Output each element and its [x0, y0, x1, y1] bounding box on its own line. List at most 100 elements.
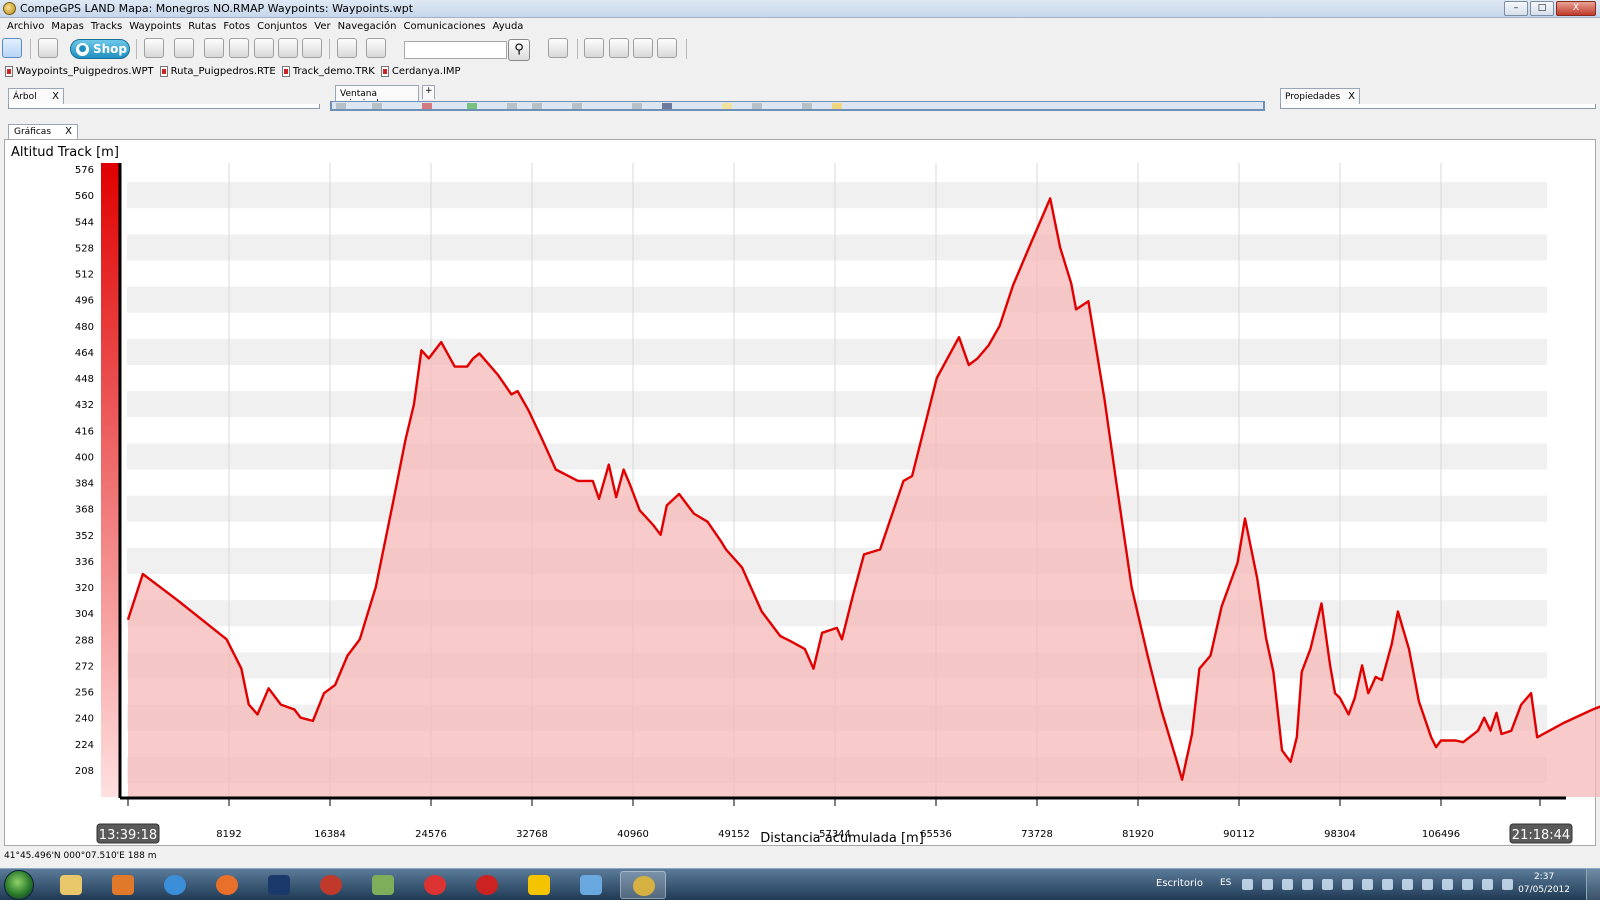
app-gps-icon [372, 875, 394, 895]
y-tick-label: 240 [75, 714, 94, 725]
folder-icon [60, 875, 82, 895]
cursor-coordinates: 41°45.496'N 000°07.510'E 188 m [4, 851, 157, 861]
grid-band [127, 234, 1547, 261]
app-red-icon [320, 875, 342, 895]
taskbar-media[interactable] [100, 871, 146, 899]
x-tick-label: 81920 [1122, 829, 1154, 840]
y-tick-label: 544 [75, 217, 94, 228]
end-time-label: 21:18:44 [1512, 828, 1570, 843]
grid-band [127, 521, 1547, 548]
y-tick-label: 384 [75, 479, 94, 490]
tray-app-icon[interactable] [1282, 879, 1293, 890]
x-tick-label: 8192 [216, 829, 241, 840]
y-tick-label: 528 [75, 243, 94, 254]
tray-app-icon[interactable] [1362, 879, 1373, 890]
grid-band [127, 573, 1547, 601]
grid-band [127, 417, 1547, 444]
x-axis-title: Distancia acumulada [m] [760, 831, 924, 846]
start-button[interactable] [4, 870, 34, 900]
grid-band [127, 600, 1547, 627]
grid-band [127, 469, 1547, 496]
x-tick-label: 106496 [1422, 829, 1460, 840]
y-tick-label: 512 [75, 270, 94, 281]
x-tick-label: 65536 [920, 829, 952, 840]
tray-volume-icon[interactable] [1502, 879, 1513, 890]
taskbar-angry-birds[interactable] [412, 871, 458, 899]
tray-app-icon[interactable] [1442, 879, 1453, 890]
grid-band [127, 495, 1547, 522]
tray-dropbox-icon[interactable] [1242, 879, 1253, 890]
grid-band [127, 260, 1547, 287]
start-time-label: 13:39:18 [99, 828, 157, 843]
y-tick-label: 400 [75, 452, 94, 463]
y-tick-label: 368 [75, 505, 94, 516]
y-tick-label: 352 [75, 531, 94, 542]
altitude-chart[interactable]: 208 224 240 256 272 288 304 320 336 352 368 384 400 4… [0, 0, 1600, 846]
taskbar-remote[interactable] [568, 871, 614, 899]
clock-time: 2:37 [1533, 872, 1555, 882]
y-tick-label: 336 [75, 557, 94, 568]
clock-date: 07/05/2012 [1518, 885, 1570, 895]
grid-band [127, 208, 1547, 235]
x-tick-label: 16384 [314, 829, 346, 840]
grid-band [127, 364, 1547, 392]
internet-explorer-icon [164, 875, 186, 895]
tray-app-icon[interactable] [1322, 879, 1333, 890]
game-icon [528, 875, 550, 895]
angry-birds-rio-icon [476, 875, 498, 895]
x-tick-label: 40960 [617, 829, 649, 840]
x-tick-label: 90112 [1223, 829, 1255, 840]
y-tick-label: 416 [75, 426, 94, 437]
grid-band [127, 286, 1547, 313]
language-indicator[interactable]: ES [1220, 878, 1231, 888]
desktop-toolbar-label[interactable]: Escritorio [1156, 878, 1203, 889]
tray-network-icon[interactable] [1482, 879, 1493, 890]
compegps-icon [633, 876, 655, 896]
y-tick-label: 272 [75, 661, 94, 672]
x-tick-label: 24576 [415, 829, 447, 840]
taskbar-photoshop[interactable] [256, 871, 302, 899]
y-tick-label: 496 [75, 296, 94, 307]
windows-taskbar: Escritorio ES 2:37 07/05/2012 [0, 868, 1600, 900]
taskbar-explorer[interactable] [48, 871, 94, 899]
taskbar-firefox[interactable] [204, 871, 250, 899]
grid-band [127, 391, 1547, 418]
remote-desktop-icon [580, 875, 602, 895]
y-tick-label: 480 [75, 322, 94, 333]
grid-band [127, 443, 1547, 470]
y-tick-label: 464 [75, 348, 94, 359]
taskbar-angry-birds-rio[interactable] [464, 871, 510, 899]
tray-app-icon[interactable] [1402, 879, 1413, 890]
tray-flag-icon[interactable] [1462, 879, 1473, 890]
tray-app-icon[interactable] [1382, 879, 1393, 890]
tray-app-icon[interactable] [1422, 879, 1433, 890]
x-tick-label: 49152 [718, 829, 750, 840]
taskbar-app-red[interactable] [308, 871, 354, 899]
photoshop-icon [268, 875, 290, 895]
grid-band [127, 338, 1547, 365]
tray-app-icon[interactable] [1342, 879, 1353, 890]
x-tick-label: 73728 [1021, 829, 1053, 840]
taskbar-clock[interactable]: 2:37 07/05/2012 [1518, 871, 1570, 897]
y-tick-label: 320 [75, 583, 94, 594]
y-tick-label: 256 [75, 688, 94, 699]
taskbar-ie[interactable] [152, 871, 198, 899]
tray-app-icon[interactable] [1262, 879, 1273, 890]
y-tick-label: 560 [75, 191, 94, 202]
taskbar-app-gps[interactable] [360, 871, 406, 899]
y-tick-label: 224 [75, 740, 94, 751]
status-bar: 41°45.496'N 000°07.510'E 188 m [0, 846, 1600, 868]
y-tick-label: 448 [75, 374, 94, 385]
taskbar-game[interactable] [516, 871, 562, 899]
system-tray: Escritorio ES 2:37 07/05/2012 [1150, 869, 1600, 900]
y-tick-label: 288 [75, 635, 94, 646]
y-tick-label: 208 [75, 766, 94, 777]
angry-birds-icon [424, 875, 446, 895]
show-desktop-button[interactable] [1586, 869, 1600, 900]
taskbar-compegps[interactable] [620, 871, 666, 899]
grid-band [127, 182, 1547, 209]
firefox-icon [216, 875, 238, 895]
media-player-icon [112, 875, 134, 895]
x-tick-label: 98304 [1324, 829, 1356, 840]
tray-app-icon[interactable] [1302, 879, 1313, 890]
